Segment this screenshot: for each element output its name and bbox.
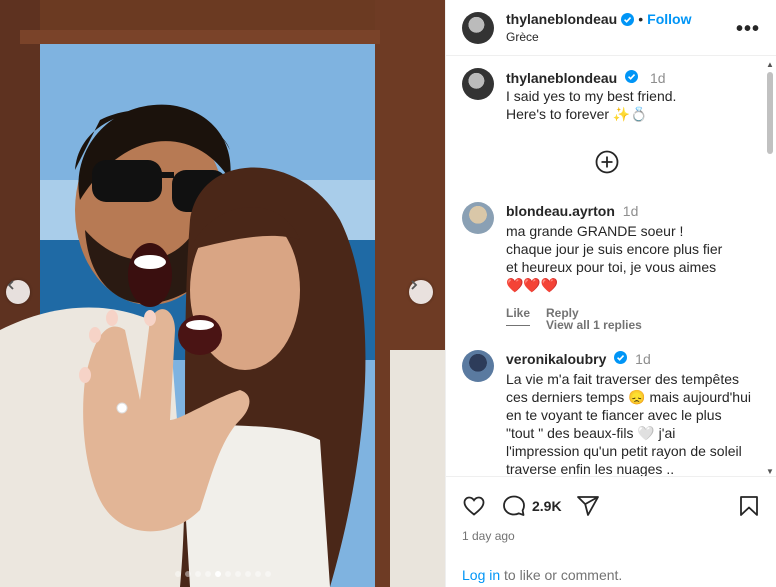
caption-line-1: I said yes to my best friend. bbox=[506, 88, 677, 104]
carousel-dot bbox=[244, 571, 251, 577]
post-footer: 2.9K 1 day ago Log in to like or comment… bbox=[446, 476, 776, 587]
carousel-prev-button[interactable] bbox=[6, 280, 30, 304]
comment-item: veronikaloubry 1d La vie m'a fait traver… bbox=[462, 350, 762, 476]
chevron-right-icon bbox=[411, 280, 418, 290]
caption-time: 1d bbox=[650, 70, 666, 86]
separator-dot: • bbox=[638, 11, 644, 27]
author-avatar[interactable] bbox=[462, 11, 494, 44]
comment-text: ma grande GRANDE soeur ! chaque jour je … bbox=[506, 223, 723, 293]
scroll-up-arrow-icon[interactable]: ▲ bbox=[766, 60, 774, 69]
comment-time: 1d bbox=[635, 351, 651, 367]
carousel-next-button[interactable] bbox=[409, 280, 433, 304]
post-photo bbox=[0, 0, 445, 587]
carousel-dot bbox=[234, 571, 241, 577]
comment-count: 2.9K bbox=[532, 498, 562, 514]
caption-line-2: Here's to forever ✨💍 bbox=[506, 106, 648, 122]
scrollbar-thumb[interactable] bbox=[767, 72, 773, 154]
login-link[interactable]: Log in bbox=[462, 567, 500, 583]
scroll-down-arrow-icon[interactable]: ▼ bbox=[766, 467, 774, 476]
chevron-left-icon bbox=[7, 280, 14, 290]
carousel-dot bbox=[184, 571, 191, 577]
heart-icon[interactable] bbox=[462, 494, 486, 518]
view-replies-label: View all 1 replies bbox=[546, 318, 642, 332]
view-replies-button[interactable]: View all 1 replies bbox=[506, 318, 642, 332]
comments-scrollbar[interactable]: ▲ ▼ bbox=[766, 60, 774, 476]
share-icon[interactable] bbox=[576, 494, 600, 518]
commenter-avatar[interactable] bbox=[462, 350, 494, 382]
verified-badge-icon bbox=[625, 70, 639, 83]
carousel-dot bbox=[254, 571, 261, 577]
comments-section: thylaneblondeau 1d I said yes to my best… bbox=[446, 56, 776, 476]
post-location[interactable]: Grèce bbox=[506, 30, 691, 44]
commenter-avatar[interactable] bbox=[462, 202, 494, 234]
carousel-dot bbox=[224, 571, 231, 577]
caption: thylaneblondeau 1d I said yes to my best… bbox=[462, 68, 762, 123]
caption-username[interactable]: thylaneblondeau bbox=[506, 70, 617, 86]
carousel-dot bbox=[264, 571, 271, 577]
author-username[interactable]: thylaneblondeau bbox=[506, 11, 617, 27]
post-time-ago[interactable]: 1 day ago bbox=[446, 529, 776, 543]
replies-divider bbox=[506, 324, 530, 326]
comment-item: blondeau.ayrton 1d ma grande GRANDE soeu… bbox=[462, 202, 762, 322]
verified-badge-icon bbox=[614, 351, 628, 364]
verified-badge-icon bbox=[621, 12, 635, 26]
login-prompt-text: to like or comment. bbox=[500, 567, 623, 583]
engagement-photo bbox=[0, 0, 445, 587]
commenter-username[interactable]: blondeau.ayrton bbox=[506, 203, 615, 219]
comment-time: 1d bbox=[622, 203, 639, 219]
post-sidebar: thylaneblondeau • Follow Grèce ••• thyla… bbox=[445, 0, 776, 587]
commenter-username[interactable]: veronikaloubry bbox=[506, 351, 606, 367]
comment-icon[interactable] bbox=[502, 494, 526, 518]
comment-text: La vie m'a fait traverser des tempêtes c… bbox=[506, 371, 751, 476]
load-more-comments-icon[interactable] bbox=[595, 150, 619, 174]
more-options-icon[interactable]: ••• bbox=[736, 18, 760, 41]
carousel-dot-active bbox=[214, 571, 221, 577]
post-header: thylaneblondeau • Follow Grèce ••• bbox=[446, 0, 776, 56]
caption-avatar[interactable] bbox=[462, 68, 494, 100]
follow-button[interactable]: Follow bbox=[647, 11, 691, 27]
carousel-dot bbox=[194, 571, 201, 577]
login-prompt: Log in to like or comment. bbox=[462, 567, 622, 583]
carousel-dot bbox=[174, 571, 181, 577]
carousel-indicator bbox=[0, 571, 445, 577]
carousel-dot bbox=[204, 571, 211, 577]
bookmark-icon[interactable] bbox=[737, 494, 761, 518]
